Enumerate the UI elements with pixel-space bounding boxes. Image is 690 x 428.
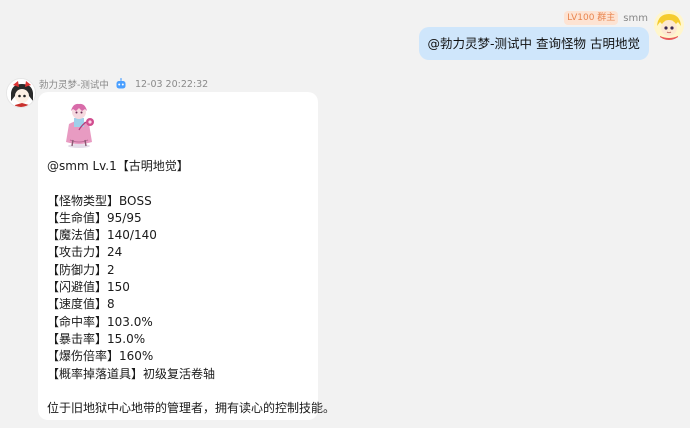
incoming-message-bubble[interactable]: @smm Lv.1【古明地觉】 【怪物类型】BOSS 【生命值】95/95 【魔… bbox=[38, 92, 336, 420]
mention-line: @smm Lv.1【古明地觉】 bbox=[47, 159, 189, 173]
stat-hp: 【生命值】95/95 bbox=[47, 210, 142, 225]
stat-attack: 【攻击力】24 bbox=[47, 245, 123, 260]
chat-window: LV100 群主 smm @勃力灵梦-测试中 查询怪物 古明地觉 勃力灵梦-测试… bbox=[0, 0, 690, 428]
stat-defense: 【防御力】2 bbox=[47, 262, 115, 277]
outgoing-message-header: LV100 群主 smm bbox=[564, 11, 648, 25]
incoming-message-header: 勃力灵梦-测试中 12-03 20:22:32 bbox=[39, 77, 208, 91]
level-badge: LV100 群主 bbox=[564, 11, 619, 25]
outgoing-sender-name[interactable]: smm bbox=[623, 13, 648, 24]
incoming-sender-name[interactable]: 勃力灵梦-测试中 bbox=[39, 77, 109, 91]
outgoing-message-bubble[interactable]: @勃力灵梦-测试中 查询怪物 古明地觉 bbox=[418, 27, 649, 60]
monster-description: 位于旧地狱中心地带的管理者，拥有读心的控制技能。 bbox=[47, 401, 336, 416]
message-timestamp: 12-03 20:22:32 bbox=[134, 78, 209, 90]
robot-icon bbox=[116, 78, 126, 89]
stat-crit-rate: 【暴击率】15.0% bbox=[47, 331, 146, 346]
stat-monster-type: 【怪物类型】BOSS bbox=[47, 193, 152, 208]
stat-hit-rate: 【命中率】103.0% bbox=[47, 314, 153, 329]
yellow-hair-avatar-icon bbox=[654, 10, 684, 40]
stat-mp: 【魔法值】140/140 bbox=[47, 228, 157, 243]
outgoing-avatar[interactable] bbox=[654, 10, 684, 40]
outgoing-message-text: @勃力灵梦-测试中 查询怪物 古明地觉 bbox=[427, 36, 640, 51]
incoming-avatar[interactable] bbox=[6, 78, 36, 108]
reimu-avatar-icon bbox=[7, 79, 35, 107]
stat-drop-item: 【概率掉落道具】初级复活卷轴 bbox=[47, 366, 216, 381]
stat-speed: 【速度值】8 bbox=[47, 297, 115, 312]
satori-sprite-image bbox=[66, 103, 94, 148]
stat-crit-multiplier: 【爆伤倍率】160% bbox=[47, 349, 154, 364]
stat-evasion: 【闪避值】150 bbox=[47, 280, 130, 295]
